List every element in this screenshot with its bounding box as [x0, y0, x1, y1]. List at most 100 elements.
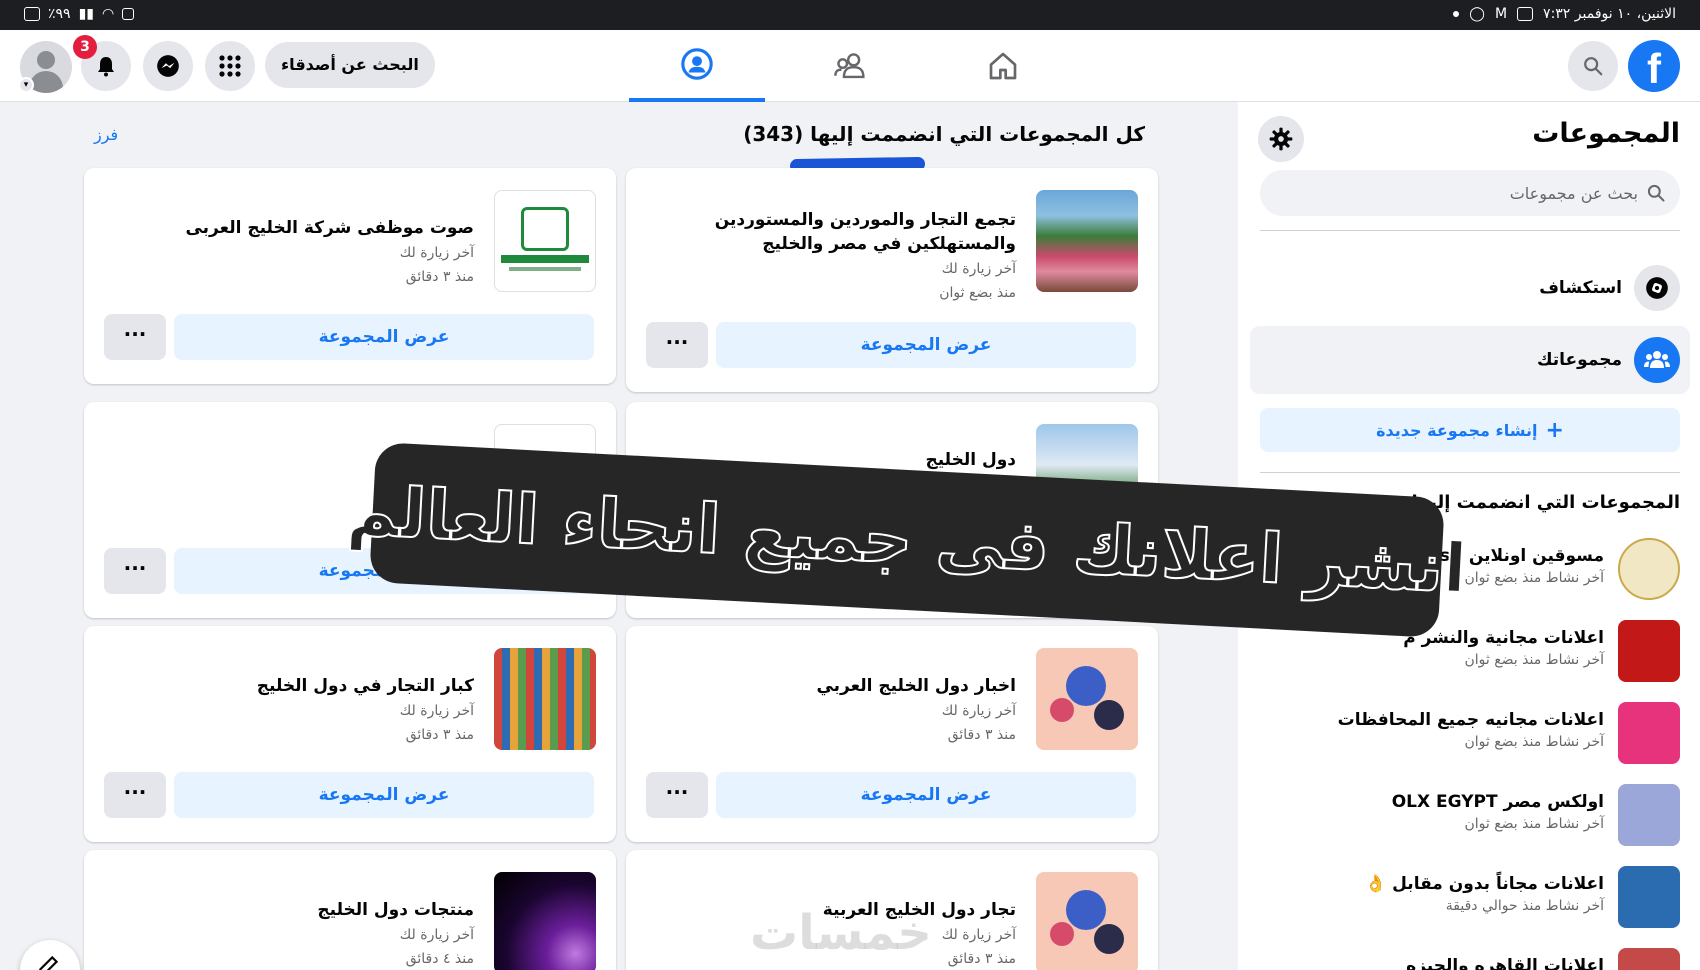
last-visit-label: آخر زيارة لك	[399, 245, 474, 261]
home-icon	[989, 52, 1017, 80]
art-shape	[1066, 890, 1106, 930]
tab-home[interactable]	[935, 30, 1071, 102]
last-visit-label: آخر زيارة لك	[941, 703, 1016, 719]
sidebar-group-item[interactable]: اعلانات القاهره والجيزه	[1260, 948, 1680, 970]
find-friends-button[interactable]: البحث عن أصدقاء	[265, 42, 435, 88]
more-options-button[interactable]: ···	[104, 548, 166, 594]
logo-text-bar	[509, 267, 581, 271]
art-shape	[1050, 922, 1074, 946]
group-thumbnail	[1618, 538, 1680, 600]
bell-icon	[98, 57, 114, 77]
group-thumbnail[interactable]	[494, 648, 596, 750]
last-visit-label: آخر زيارة لك	[399, 703, 474, 719]
divider	[1260, 230, 1680, 231]
sidebar-item-label: مجموعاتك	[1536, 350, 1622, 370]
group-activity: آخر نشاط منذ بضع ثوان	[1464, 652, 1604, 668]
sidebar-item-your-groups[interactable]: مجموعاتك	[1250, 326, 1690, 394]
menu-button[interactable]	[205, 41, 255, 91]
sort-link[interactable]: فرز	[94, 125, 118, 144]
create-group-label: إنشاء مجموعة جديدة	[1376, 420, 1538, 440]
group-thumbnail	[1618, 948, 1680, 970]
group-name: اعلانات مجاناً بدون مقابل 👌	[1365, 874, 1604, 894]
group-card: تجمع التجار والموردين والمستوردين والمست…	[626, 168, 1158, 392]
last-visit-label: آخر زيارة لك	[941, 261, 1016, 277]
battery-level: ٪٩٩	[48, 6, 71, 22]
sidebar-group-item[interactable]: اولكس مصر OLX EGYPT آخر نشاط منذ بضع ثوان	[1260, 784, 1680, 850]
last-visit-time: منذ بضع ثوان	[939, 285, 1016, 301]
last-visit-time: منذ ٤ دقائق	[405, 951, 474, 967]
more-options-button[interactable]: ···	[104, 772, 166, 818]
group-title[interactable]: اخبار دول الخليج العربي	[656, 674, 1016, 698]
group-activity: آخر نشاط منذ بضع ثوان	[1464, 816, 1604, 832]
sidebar-item-discover[interactable]: استكشاف	[1250, 254, 1690, 322]
divider	[1260, 472, 1680, 473]
more-options-button[interactable]: ···	[646, 772, 708, 818]
group-title[interactable]: تجمع التجار والموردين والمستوردين والمست…	[656, 208, 1016, 256]
group-title[interactable]: كبار التجار في دول الخليج	[114, 674, 474, 698]
group-title[interactable]: صوت موظفى شركة الخليج العربى	[114, 216, 474, 240]
last-visit-time: منذ ٣ دقائق	[947, 727, 1016, 743]
messenger-icon	[157, 55, 179, 77]
group-thumbnail[interactable]	[494, 872, 596, 970]
search-icon	[1584, 57, 1603, 76]
groups-search-input[interactable]: بحث عن مجموعات	[1260, 170, 1680, 216]
gallery-icon	[1517, 7, 1534, 21]
joined-groups-heading: المجموعات التي انضممت إليها	[1411, 492, 1680, 513]
view-group-button[interactable]: عرض المجموعة	[716, 322, 1136, 368]
group-thumbnail[interactable]	[1036, 190, 1138, 292]
settings-button[interactable]	[1258, 116, 1304, 162]
sidebar-item-label: استكشاف	[1539, 278, 1622, 298]
notifications-button[interactable]: 3	[73, 35, 131, 91]
more-options-button[interactable]: ···	[646, 322, 708, 368]
edit-icon	[39, 955, 59, 970]
art-shape	[1094, 700, 1124, 730]
whatsapp-icon: ◯	[1469, 6, 1485, 22]
group-name: اعلانات مجانية والنشر م	[1403, 628, 1604, 648]
account-chevron-down-icon[interactable]: ▾	[18, 77, 34, 93]
group-title[interactable]: منتجات دول الخليج	[114, 898, 474, 922]
groups-tab-icon	[681, 48, 713, 80]
tab-groups[interactable]	[629, 30, 765, 102]
promo-overlay-text: انشر اعلانك فى جميع انحاء العالم	[344, 470, 1469, 610]
view-group-button[interactable]: عرض المجموعة	[716, 772, 1136, 818]
avatar-head	[37, 51, 55, 69]
sidebar-group-item[interactable]: اعلانات مجاناً بدون مقابل 👌 آخر نشاط منذ …	[1260, 866, 1680, 932]
company-logo-icon	[521, 207, 569, 251]
group-thumbnail[interactable]	[494, 190, 596, 292]
watermark: خمسات	[750, 905, 932, 961]
status-bar: ٪٩٩ ▮▮ ◠ الاثنين، ١٠ نوفمبر ٧:٣٢ M ◯	[0, 0, 1700, 30]
group-thumbnail[interactable]	[1036, 872, 1138, 970]
search-button[interactable]	[1568, 41, 1618, 91]
group-name: اعلانات القاهره والجيزه	[1406, 956, 1604, 970]
group-activity: آخر نشاط منذ حوالي دقيقة	[1445, 898, 1604, 914]
last-visit-time: منذ ٣ دقائق	[405, 269, 474, 285]
tab-friends[interactable]	[782, 30, 918, 102]
group-thumbnail	[1618, 866, 1680, 928]
last-visit-label: آخر زيارة لك	[941, 927, 1016, 943]
group-card: منتجات دول الخليج آخر زيارة لك منذ ٤ دقا…	[84, 850, 616, 970]
compose-button[interactable]	[20, 940, 80, 970]
logo-text-bar	[501, 255, 589, 263]
friends-icon	[834, 53, 865, 79]
search-placeholder: بحث عن مجموعات	[1509, 183, 1638, 203]
messenger-button[interactable]	[143, 41, 193, 91]
group-name: اولكس مصر OLX EGYPT	[1391, 792, 1604, 812]
sidebar-title: المجموعات	[1532, 118, 1680, 149]
sidebar-group-item[interactable]: اعلانات مجانيه جميع المحافظات آخر نشاط من…	[1260, 702, 1680, 768]
battery-icon	[24, 7, 40, 21]
group-thumbnail	[1618, 702, 1680, 764]
art-shape	[1094, 924, 1124, 954]
search-icon	[1647, 184, 1665, 202]
create-group-button[interactable]: + إنشاء مجموعة جديدة	[1260, 408, 1680, 452]
view-group-button[interactable]: عرض المجموعة	[174, 314, 594, 360]
status-right: الاثنين، ١٠ نوفمبر ٧:٣٢ M ◯	[1453, 6, 1676, 22]
view-group-button[interactable]: عرض المجموعة	[174, 772, 594, 818]
group-activity: آخر نشاط منذ بضع ثوان	[1464, 734, 1604, 750]
facebook-logo-icon[interactable]: f	[1628, 40, 1680, 92]
more-options-button[interactable]: ···	[104, 314, 166, 360]
more-notifications-dot	[1453, 11, 1460, 17]
notification-badge: 3	[73, 35, 97, 59]
group-thumbnail[interactable]	[1036, 648, 1138, 750]
grid-menu-icon	[219, 55, 241, 77]
group-card: اخبار دول الخليج العربي آخر زيارة لك منذ…	[626, 626, 1158, 842]
